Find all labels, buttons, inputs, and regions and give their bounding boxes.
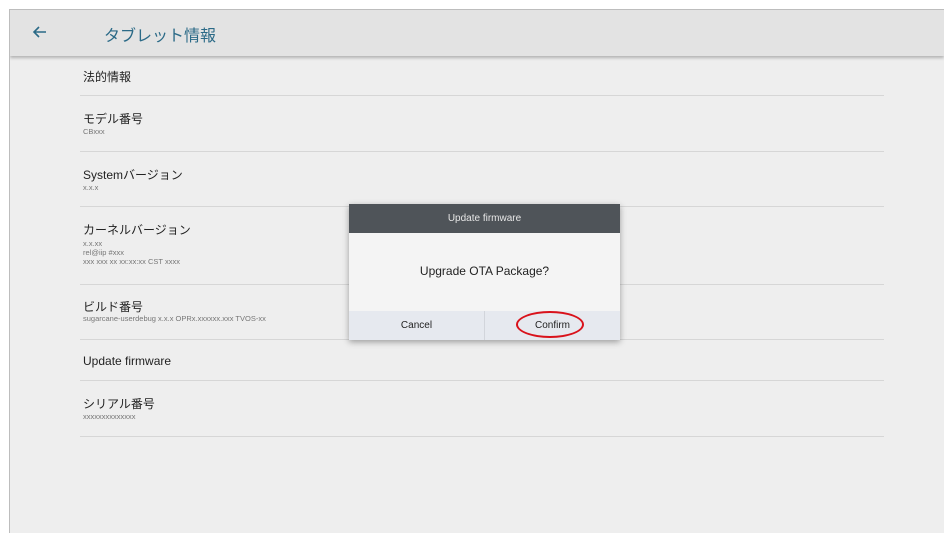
list-item-value: CBxxx [83, 127, 105, 136]
app-bar: タブレット情報 [10, 10, 944, 56]
list-item-title: ビルド番号 [83, 300, 144, 314]
list-item-value: xxx xxx xx xx:xx:xx CST xxxx [83, 257, 180, 266]
list-item-title: カーネルバージョン [83, 223, 191, 237]
list-item-value: rel@iip #xxx [83, 248, 124, 257]
list-item-system-version[interactable]: Systemバージョン x.x.x [80, 152, 884, 207]
list-item-value: sugarcane-userdebug x.x.x OPRx.xxxxxx.xx… [83, 314, 266, 323]
list-item-value: x.x.xx [83, 239, 103, 248]
list-item-model-number[interactable]: モデル番号 CBxxx [80, 96, 884, 152]
list-item-title: モデル番号 [83, 112, 144, 126]
list-item-serial-number[interactable]: シリアル番号 xxxxxxxxxxxxxx [80, 381, 884, 437]
list-item-update-firmware[interactable]: Update firmware [80, 340, 884, 381]
list-item-title: シリアル番号 [83, 397, 155, 411]
list-item-title: 法的情報 [83, 70, 132, 84]
dialog-message: Upgrade OTA Package? [419, 264, 550, 278]
confirm-highlight-circle [516, 311, 584, 338]
dialog-title: Update firmware [349, 204, 620, 233]
cancel-button[interactable]: Cancel [349, 311, 484, 340]
page-title: タブレット情報 [104, 28, 217, 45]
arrow-back-icon[interactable] [30, 22, 50, 42]
list-item-title: Update firmware [83, 354, 172, 368]
list-item-value: x.x.x [83, 183, 99, 192]
list-item-title: Systemバージョン [83, 168, 183, 182]
list-item-value: xxxxxxxxxxxxxx [83, 412, 136, 421]
list-item-legal-info[interactable]: 法的情報 [80, 58, 884, 96]
